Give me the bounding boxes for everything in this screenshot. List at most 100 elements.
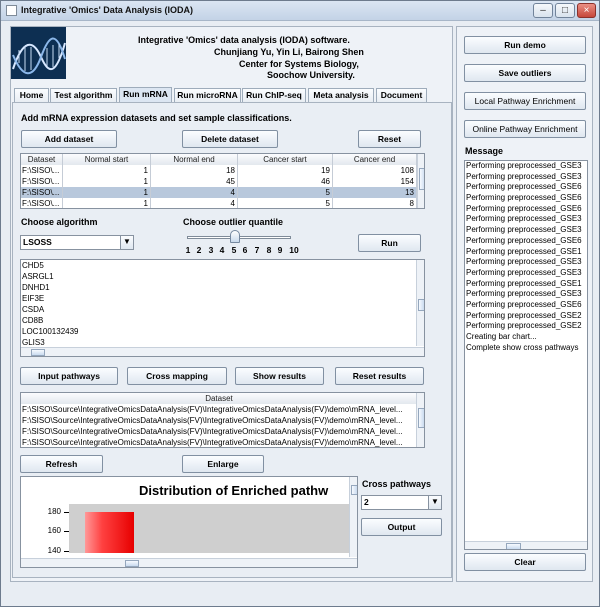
output-button[interactable]: Output <box>361 518 442 536</box>
title-bar: Integrative 'Omics' Data Analysis (IODA)… <box>1 1 599 21</box>
cross-pathways-label: Cross pathways <box>362 479 432 489</box>
quantile-tick-label: 10 <box>289 245 299 255</box>
tab-run-chip-seq[interactable]: Run ChIP-seq <box>242 88 306 102</box>
message-line: Performing preprocessed_GSE6 <box>466 235 582 245</box>
cross-mapping-button[interactable]: Cross mapping <box>127 367 227 385</box>
message-line: Performing preprocessed_GSE1 <box>466 278 582 288</box>
list-item[interactable]: LOC100132439 <box>21 326 424 337</box>
quantile-tick-label: 9 <box>277 245 283 255</box>
quantile-tick-label: 8 <box>266 245 272 255</box>
path-list-vertical-scrollbar[interactable] <box>416 393 424 447</box>
tab-home[interactable]: Home <box>14 88 49 102</box>
close-button[interactable]: × <box>577 3 596 18</box>
tab-test-algorithm[interactable]: Test algorithm <box>50 88 117 102</box>
y-axis-tick <box>64 511 69 513</box>
quantile-tick-label: 4 <box>219 245 225 255</box>
tab-meta-analysis[interactable]: Meta analysis <box>308 88 374 102</box>
tab-document[interactable]: Document <box>376 88 427 102</box>
gene-list[interactable]: CHD5 ASRGL1 DNHD1 EIF3E CSDA CD8B LOC100… <box>20 259 425 357</box>
chart-title: Distribution of Enriched pathw <box>139 483 329 498</box>
message-line: Performing preprocessed_GSE6 <box>466 193 582 203</box>
scrollbar-thumb[interactable] <box>418 408 424 428</box>
scrollbar-thumb[interactable] <box>506 543 521 549</box>
delete-dataset-button[interactable]: Delete dataset <box>182 130 278 148</box>
enriched-pathway-chart[interactable]: Distribution of Enriched pathw 180 160 140 <box>20 476 358 568</box>
y-axis-tick-label: 140 <box>47 546 61 556</box>
y-axis-tick <box>64 531 69 533</box>
scrollbar-thumb[interactable] <box>125 560 139 567</box>
online-pathway-enrichment-button[interactable]: Online Pathway Enrichment <box>464 120 586 138</box>
algorithm-selected-value: LSOSS <box>23 237 52 247</box>
algorithm-select[interactable]: LSOSS ▼ <box>20 235 134 250</box>
header-line-2: Chunjiang Yu, Yin Li, Bairong Shen <box>214 47 364 57</box>
list-item[interactable]: CD8B <box>21 315 424 326</box>
outlier-quantile-label: Choose outlier quantile <box>183 217 284 227</box>
enlarge-button[interactable]: Enlarge <box>182 455 264 473</box>
message-label: Message <box>465 146 504 156</box>
message-horizontal-scrollbar[interactable] <box>465 541 587 549</box>
message-log[interactable]: Performing preprocessed_GSE3 Performing … <box>464 160 588 550</box>
chart-bar[interactable] <box>85 511 134 553</box>
cross-pathways-selected-value: 2 <box>364 497 369 507</box>
save-outliers-button[interactable]: Save outliers <box>464 64 586 82</box>
gene-list-horizontal-scrollbar[interactable] <box>21 347 424 356</box>
cross-pathways-select[interactable]: 2 ▼ <box>361 495 442 510</box>
scrollbar-thumb[interactable] <box>351 485 357 495</box>
gene-list-vertical-scrollbar[interactable] <box>416 260 424 346</box>
clear-button[interactable]: Clear <box>464 553 586 571</box>
message-line: Performing preprocessed_GSE3 <box>466 225 582 235</box>
message-line: Performing preprocessed_GSE2 <box>466 321 582 331</box>
add-dataset-button[interactable]: Add dataset <box>21 130 117 148</box>
dataset-table[interactable]: Dataset Normal start Normal end Cancer s… <box>20 153 425 209</box>
run-demo-button[interactable]: Run demo <box>464 36 586 54</box>
message-line: Creating bar chart... <box>466 332 537 341</box>
quantile-tick-label: 3 <box>208 245 214 255</box>
table-cell: 5 <box>238 198 333 208</box>
tab-run-mrna[interactable]: Run mRNA <box>119 87 172 103</box>
reset-button[interactable]: Reset <box>358 130 421 148</box>
table-cell: 8 <box>333 198 417 208</box>
run-button[interactable]: Run <box>358 234 421 252</box>
tab-run-microrna[interactable]: Run microRNA <box>174 88 241 102</box>
table-row[interactable]: F:\SISO\Source\IntegrativeOmicsDataAnaly… <box>21 437 418 447</box>
refresh-button[interactable]: Refresh <box>20 455 103 473</box>
list-item[interactable]: CSDA <box>21 304 424 315</box>
list-item[interactable]: EIF3E <box>21 293 424 304</box>
message-line: Performing preprocessed_GSE2 <box>466 310 582 320</box>
dataset-path-list[interactable]: Dataset F:\SISO\Source\IntegrativeOmicsD… <box>20 392 425 448</box>
reset-results-button[interactable]: Reset results <box>335 367 424 385</box>
chart-horizontal-scrollbar[interactable] <box>21 558 357 567</box>
scrollbar-thumb[interactable] <box>419 168 424 190</box>
chevron-down-icon[interactable]: ▼ <box>428 496 441 509</box>
window-title: Integrative 'Omics' Data Analysis (IODA) <box>21 5 193 15</box>
message-line: Performing preprocessed_GSE6 <box>466 299 582 309</box>
show-results-button[interactable]: Show results <box>235 367 324 385</box>
scrollbar-thumb[interactable] <box>418 299 424 311</box>
header-line-3: Center for Systems Biology, <box>239 59 359 69</box>
message-line: Performing preprocessed_GSE6 <box>466 182 582 192</box>
chevron-down-icon[interactable]: ▼ <box>120 236 133 249</box>
quantile-tick-label: 1 <box>185 245 191 255</box>
list-item[interactable]: CHD5 <box>21 260 424 271</box>
message-line: Performing preprocessed_GSE1 <box>466 246 582 256</box>
instruction-text: Add mRNA expression datasets and set sam… <box>21 113 292 123</box>
table-vertical-scrollbar[interactable] <box>417 154 424 208</box>
table-cell: F:\SISO\... <box>21 198 63 208</box>
message-line: Performing preprocessed_GSE3 <box>466 289 582 299</box>
chart-vertical-scrollbar[interactable] <box>349 477 357 557</box>
quantile-tick-label: 5 <box>231 245 237 255</box>
input-pathways-button[interactable]: Input pathways <box>20 367 118 385</box>
choose-algorithm-label: Choose algorithm <box>21 217 98 227</box>
header-line-4: Soochow University. <box>267 70 355 80</box>
scrollbar-thumb[interactable] <box>31 349 45 356</box>
local-pathway-enrichment-button[interactable]: Local Pathway Enrichment <box>464 92 586 110</box>
list-item[interactable]: DNHD1 <box>21 282 424 293</box>
maximize-button[interactable]: □ <box>555 3 575 18</box>
quantile-slider-thumb[interactable] <box>230 230 240 243</box>
message-line: Performing preprocessed_GSE3 <box>466 257 582 267</box>
quantile-tick-label: 6 <box>242 245 248 255</box>
message-line: Performing preprocessed_GSE3 <box>466 171 582 181</box>
app-icon <box>6 5 17 16</box>
list-item[interactable]: ASRGL1 <box>21 271 424 282</box>
minimize-button[interactable]: – <box>533 3 553 18</box>
